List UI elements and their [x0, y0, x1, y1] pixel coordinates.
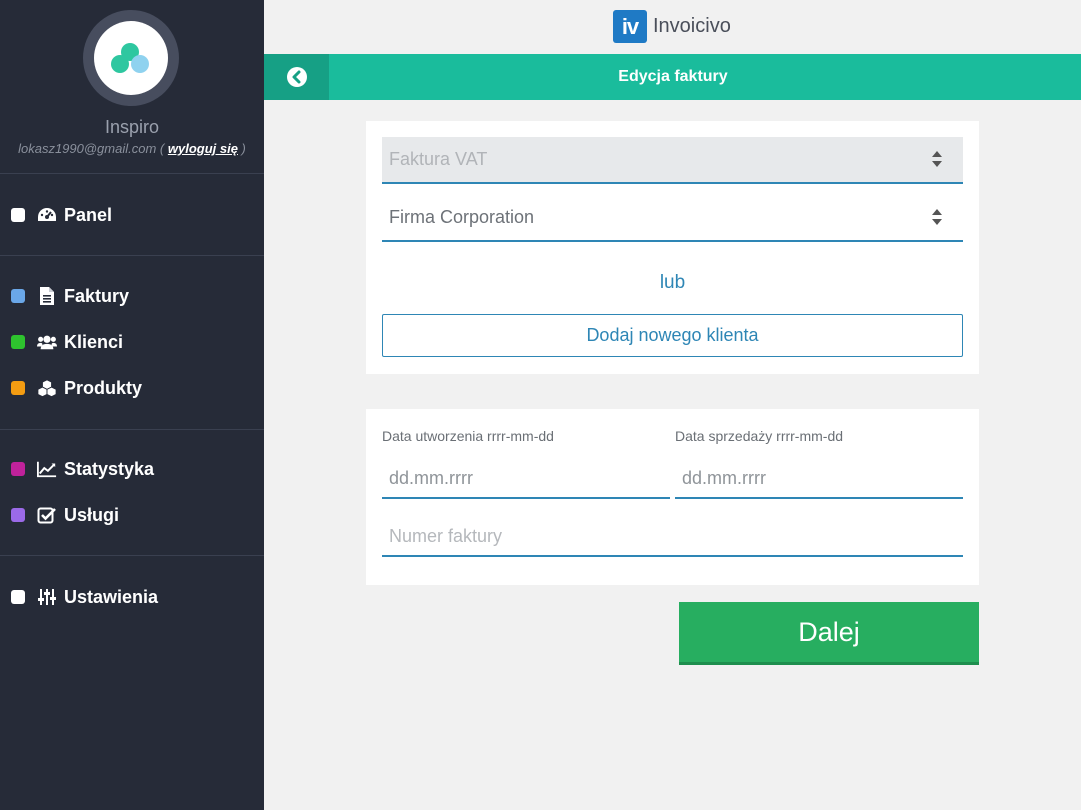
sale-date-input[interactable]: dd.mm.rrrr	[675, 459, 963, 499]
sidebar-item-produkty[interactable]: Produkty	[0, 371, 264, 405]
sort-arrows-icon	[932, 209, 942, 225]
dashboard-icon	[37, 205, 57, 225]
sidebar-item-ustawienia[interactable]: Ustawienia	[0, 580, 264, 614]
brand-logo: iv	[613, 10, 647, 43]
color-dot	[11, 508, 25, 522]
brand-name: Invoicivo	[653, 15, 731, 37]
client-value: Firma Corporation	[389, 207, 535, 227]
sidebar-item-klienci[interactable]: Klienci	[0, 325, 264, 359]
divider	[0, 255, 264, 256]
color-dot	[11, 381, 25, 395]
brand[interactable]: iv Invoicivo	[613, 10, 731, 43]
sort-arrows-icon	[932, 151, 942, 167]
color-dot	[11, 289, 25, 303]
sliders-icon	[37, 587, 57, 607]
invoice-number-input[interactable]: Numer faktury	[382, 517, 963, 557]
sale-date-label: Data sprzedaży rrrr-mm-dd	[675, 428, 844, 444]
user-email-line: lokasz1990@gmail.com ( wyloguj się )	[18, 141, 246, 156]
color-dot	[11, 335, 25, 349]
sidebar-item-label: Ustawienia	[64, 586, 159, 607]
check-square-icon	[37, 505, 57, 525]
next-button[interactable]: Dalej	[679, 602, 979, 665]
sidebar-item-uslugi[interactable]: Usługi	[0, 498, 264, 532]
created-date-input[interactable]: dd.mm.rrrr	[382, 459, 670, 499]
add-client-button[interactable]: Dodaj nowego klienta	[382, 314, 963, 357]
divider	[0, 429, 264, 430]
sidebar-item-label: Produkty	[64, 377, 143, 398]
divider	[0, 173, 264, 174]
client-select[interactable]: Firma Corporation	[382, 195, 963, 242]
color-dot	[11, 462, 25, 476]
sidebar-item-statystyka[interactable]: Statystyka	[0, 452, 264, 486]
document-icon	[37, 286, 57, 306]
sale-date-value: dd.mm.rrrr	[682, 467, 766, 488]
user-email: lokasz1990@gmail.com	[18, 141, 157, 156]
sidebar-item-label: Panel	[64, 204, 113, 225]
chart-line-icon	[37, 459, 57, 479]
created-date-value: dd.mm.rrrr	[389, 467, 473, 488]
users-icon	[37, 332, 57, 352]
org-name: Inspiro	[104, 117, 160, 137]
created-date-label: Data utworzenia rrrr-mm-dd	[382, 428, 554, 444]
or-text: lub	[659, 272, 686, 293]
sidebar: Inspiro lokasz1990@gmail.com ( wyloguj s…	[0, 0, 264, 810]
chevron-left-icon	[286, 67, 307, 87]
sidebar-item-label: Klienci	[64, 331, 124, 352]
page-title: Edycja faktury	[618, 68, 728, 85]
color-dot	[11, 590, 25, 604]
divider	[0, 555, 264, 556]
color-dot	[11, 208, 25, 222]
top-bar: iv Invoicivo	[264, 0, 1083, 54]
logout-link[interactable]: wyloguj się	[168, 141, 238, 156]
document-type-value: Faktura VAT	[389, 149, 488, 169]
company-logo	[94, 21, 168, 95]
sidebar-item-label: Statystyka	[64, 458, 155, 479]
document-type-select[interactable]: Faktura VAT	[382, 137, 963, 184]
invoice-number-placeholder: Numer faktury	[389, 525, 503, 546]
cubes-icon	[37, 378, 57, 398]
page-header: Edycja faktury	[264, 54, 1082, 100]
avatar	[83, 10, 179, 106]
sidebar-item-panel[interactable]: Panel	[0, 198, 264, 232]
back-button[interactable]	[264, 54, 329, 100]
sidebar-item-label: Usługi	[64, 504, 120, 525]
sidebar-item-label: Faktury	[64, 285, 130, 306]
sidebar-item-faktury[interactable]: Faktury	[0, 279, 264, 313]
dates-card: Data utworzenia rrrr-mm-dd dd.mm.rrrr Da…	[366, 409, 979, 585]
client-card: Faktura VAT Firma Corporation lub Dodaj …	[366, 121, 979, 374]
